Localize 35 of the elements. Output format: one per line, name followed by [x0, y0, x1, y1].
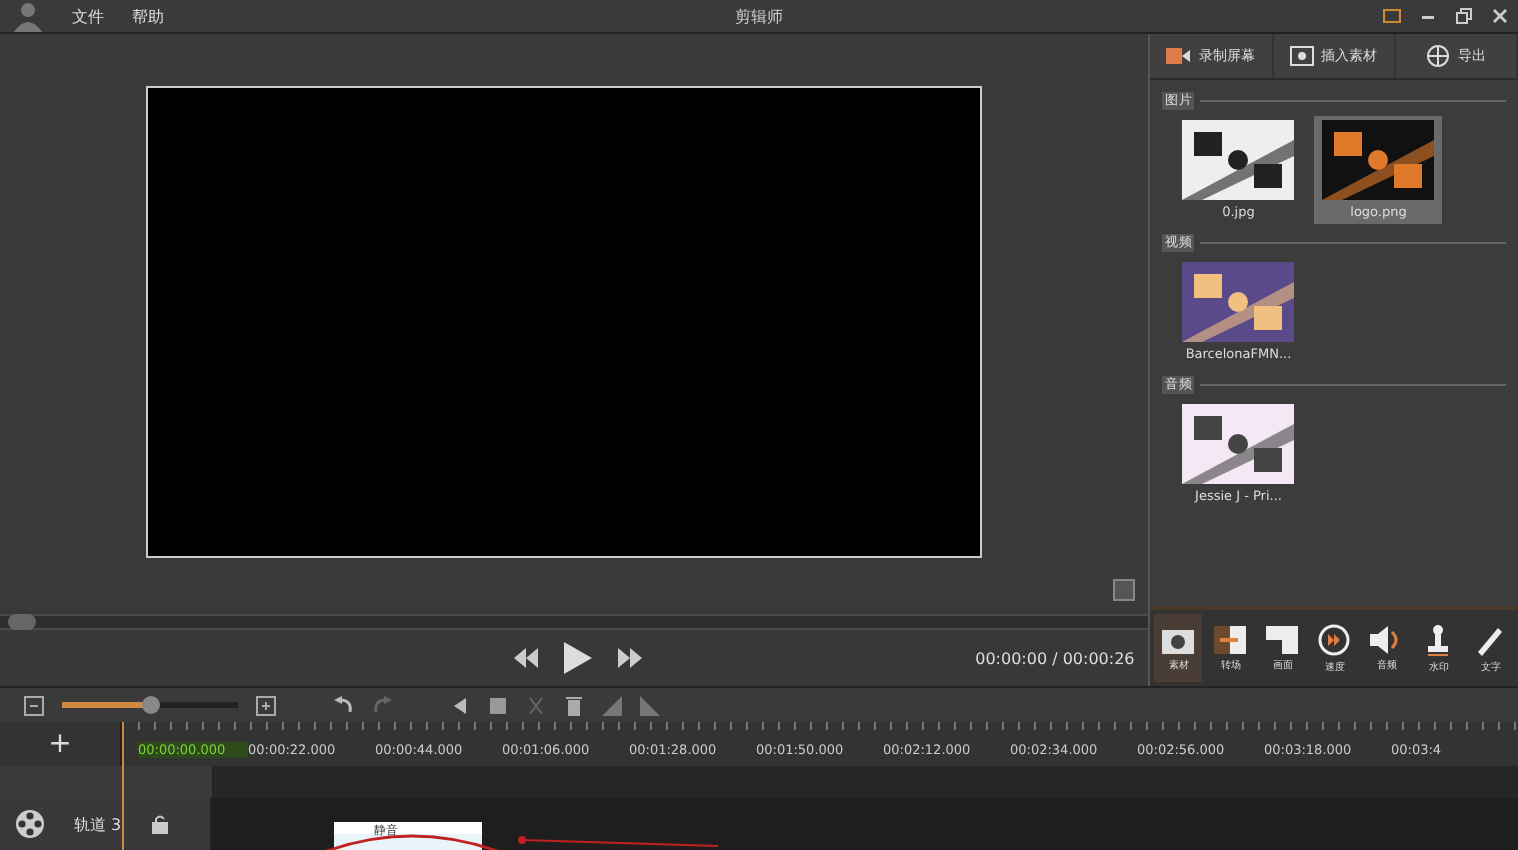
- play-icon[interactable]: [564, 642, 592, 674]
- close-icon[interactable]: [1490, 6, 1510, 26]
- speaker-icon: [1370, 625, 1403, 653]
- playback-time: 00:00:00 / 00:00:26: [975, 649, 1135, 667]
- transition-icon: [1214, 625, 1247, 653]
- progress-handle[interactable]: [8, 614, 36, 630]
- stamp-icon: [1426, 623, 1451, 655]
- globe-icon: [1425, 44, 1450, 68]
- track-name: 轨道 3: [74, 813, 122, 835]
- user-avatar-icon[interactable]: [12, 0, 44, 32]
- window-title: 剪辑师: [735, 5, 783, 27]
- restore-icon[interactable]: [1454, 6, 1474, 26]
- camera-icon: [1162, 625, 1195, 653]
- undo-icon[interactable]: [334, 695, 354, 715]
- delete-icon[interactable]: [564, 695, 584, 715]
- progress-track[interactable]: [0, 614, 1149, 630]
- rewind-icon[interactable]: [514, 648, 538, 668]
- zoom-handle[interactable]: [142, 696, 160, 714]
- menu-item[interactable]: 帮助: [132, 5, 164, 27]
- fit-screen-icon[interactable]: [1112, 578, 1137, 602]
- film-reel-icon: [14, 808, 46, 840]
- pen-icon: [1474, 623, 1507, 655]
- video-camera-icon: [1166, 46, 1191, 66]
- frame-icon: [1266, 625, 1299, 653]
- speed-icon: [1318, 623, 1351, 655]
- split-left-icon[interactable]: [450, 695, 470, 715]
- skin-icon[interactable]: [1382, 6, 1402, 26]
- zoom-in-icon[interactable]: [256, 695, 276, 715]
- menu-item[interactable]: 文件: [72, 5, 104, 27]
- zoom-out-icon[interactable]: [24, 695, 44, 715]
- zoom-slider[interactable]: [62, 702, 238, 708]
- picture-frame-icon: [1289, 46, 1314, 66]
- fast-forward-icon[interactable]: [618, 648, 642, 668]
- lock-icon[interactable]: [149, 814, 170, 834]
- add-track-button[interactable]: +: [48, 728, 72, 760]
